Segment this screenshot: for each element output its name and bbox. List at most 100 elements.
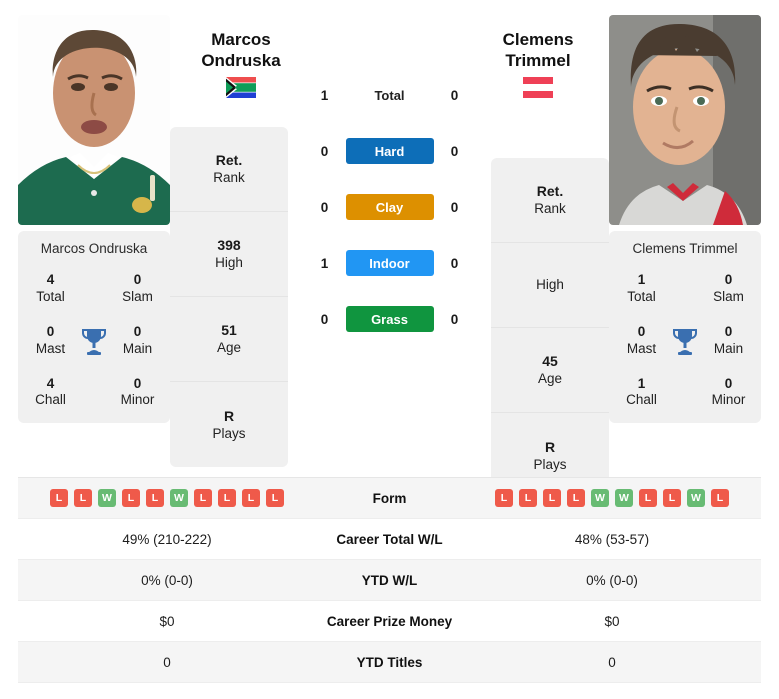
rank-cell-rank-left: Ret. Rank bbox=[170, 127, 288, 212]
form-badge-win[interactable]: W bbox=[591, 489, 609, 507]
titles-mast-right-label: Mast bbox=[626, 340, 657, 356]
h2h-right-count-hard: 0 bbox=[450, 143, 459, 159]
form-badge-loss[interactable]: L bbox=[194, 489, 212, 507]
form-badge-win[interactable]: W bbox=[170, 489, 188, 507]
form-badge-loss[interactable]: L bbox=[543, 489, 561, 507]
stat-label: Career Prize Money bbox=[326, 613, 453, 629]
form-badge-loss[interactable]: L bbox=[266, 489, 284, 507]
stat-label: Career Total W/L bbox=[336, 531, 443, 547]
player-left-name-header: Marcos Ondruska bbox=[182, 30, 300, 99]
stat-value-left: 0% (0-0) bbox=[141, 572, 193, 588]
titles-total-left-label: Total bbox=[36, 288, 65, 304]
player-right-titles-card: Clemens Trimmel 1 Total 0 Slam 0 Mast 0 … bbox=[609, 231, 761, 424]
age-right-label: Age bbox=[537, 371, 563, 387]
form-badges-right: LLLLWWLLWL bbox=[467, 489, 757, 507]
stat-value-right: 0% (0-0) bbox=[586, 572, 638, 588]
form-cell-right: LLLLWWLLWL bbox=[463, 478, 761, 519]
form-badge-loss[interactable]: L bbox=[663, 489, 681, 507]
titles-total-left: 4 Total bbox=[24, 272, 77, 306]
rank-right-value: Ret. bbox=[536, 183, 564, 200]
za-flag-icon bbox=[182, 77, 300, 99]
high-right-label: High bbox=[536, 277, 564, 293]
table-row: 0 YTD Titles 0 bbox=[18, 641, 761, 683]
titles-chall-left: 4 Chall bbox=[24, 376, 77, 410]
stat-label: YTD W/L bbox=[361, 572, 418, 588]
form-badge-loss[interactable]: L bbox=[146, 489, 164, 507]
h2h-left-count-grass: 0 bbox=[320, 311, 329, 327]
rank-left-label: Rank bbox=[213, 170, 245, 186]
form-badge-loss[interactable]: L bbox=[218, 489, 236, 507]
player-left-rank-column: Ret. Rank 398 High 51 Age R Plays bbox=[170, 127, 288, 467]
comparison-table-body: L L W L L W L L L L Form L L L L W W L L W L 49% (210-222) Car… bbox=[18, 477, 761, 683]
h2h-surface-label-clay: Clay bbox=[345, 194, 434, 220]
titles-total-right: 1 Total bbox=[615, 272, 668, 306]
player-right-name-header: Clemens Trimmel bbox=[478, 30, 598, 99]
form-badge-loss[interactable]: L bbox=[495, 489, 513, 507]
player-left-name-line1: Marcos bbox=[211, 30, 271, 49]
form-badge-loss[interactable]: L bbox=[122, 489, 140, 507]
titles-mast-right: 0 Mast bbox=[615, 324, 668, 358]
titles-slam-left-value: 0 bbox=[133, 272, 142, 287]
plays-left-label: Plays bbox=[212, 425, 246, 441]
titles-chall-right: 1 Chall bbox=[615, 376, 668, 410]
titles-mast-left-label: Mast bbox=[35, 340, 66, 356]
titles-minor-left-label: Minor bbox=[120, 392, 155, 408]
h2h-surface-label-indoor: Indoor bbox=[345, 250, 434, 276]
form-badge-loss[interactable]: L bbox=[639, 489, 657, 507]
form-badges-left: LLWLLWLLLL bbox=[22, 489, 312, 507]
titles-chall-right-label: Chall bbox=[626, 392, 657, 408]
rank-cell-plays-left: R Plays bbox=[170, 382, 288, 467]
h2h-left-count-clay: 0 bbox=[320, 199, 329, 215]
form-badge-loss[interactable]: L bbox=[242, 489, 260, 507]
titles-main-right-value: 0 bbox=[724, 323, 733, 339]
titles-main-right: 0 Main bbox=[702, 324, 755, 358]
titles-slam-left: 0 Slam bbox=[111, 272, 164, 306]
plays-right-label: Plays bbox=[533, 456, 567, 472]
stat-value-left: $0 bbox=[159, 613, 175, 629]
player-right-name-line1: Clemens bbox=[502, 30, 574, 49]
plays-right-value: R bbox=[544, 438, 556, 455]
h2h-left-count-hard: 0 bbox=[320, 143, 329, 159]
titles-chall-right-value: 1 bbox=[637, 375, 646, 391]
form-badge-loss[interactable]: L bbox=[74, 489, 92, 507]
player-left-card-name: Marcos Ondruska bbox=[40, 241, 148, 256]
age-left-label: Age bbox=[216, 340, 242, 356]
h2h-left-count-indoor: 1 bbox=[320, 255, 329, 271]
titles-chall-left-value: 4 bbox=[46, 375, 55, 391]
player-right-card-name: Clemens Trimmel bbox=[632, 241, 738, 256]
plays-left-value: R bbox=[223, 407, 235, 424]
titles-minor-left-value: 0 bbox=[133, 375, 142, 391]
h2h-row-clay: 0 Clay 0 bbox=[292, 179, 487, 235]
age-right-value: 45 bbox=[542, 353, 558, 370]
form-badge-win[interactable]: W bbox=[687, 489, 705, 507]
player-left-photo bbox=[18, 15, 170, 225]
form-badge-loss[interactable]: L bbox=[519, 489, 537, 507]
high-left-value: 398 bbox=[217, 237, 241, 254]
player-left-titles-card: Marcos Ondruska 4 Total 0 Slam 0 Mast 0 … bbox=[18, 231, 170, 424]
form-badge-win[interactable]: W bbox=[98, 489, 116, 507]
titles-slam-right-value: 0 bbox=[724, 272, 733, 287]
h2h-right-count-grass: 0 bbox=[450, 311, 459, 327]
h2h-row-total: 1 Total 0 bbox=[292, 67, 487, 123]
form-badge-loss[interactable]: L bbox=[50, 489, 68, 507]
titles-chall-left-label: Chall bbox=[35, 392, 66, 408]
trophy-icon bbox=[668, 327, 702, 355]
player-right-column: Clemens Trimmel 1 Total 0 Slam 0 Mast 0 … bbox=[609, 15, 761, 424]
titles-total-right-label: Total bbox=[627, 288, 656, 304]
form-badge-loss[interactable]: L bbox=[711, 489, 729, 507]
comparison-header-area: Marcos Ondruska 4 Total 0 Slam 0 Mast 0 … bbox=[0, 0, 779, 498]
h2h-row-hard: 0 Hard 0 bbox=[292, 123, 487, 179]
form-badge-loss[interactable]: L bbox=[567, 489, 585, 507]
titles-minor-left: 0 Minor bbox=[111, 376, 164, 410]
stat-value-right: 48% (53-57) bbox=[574, 531, 650, 547]
form-badge-win[interactable]: W bbox=[615, 489, 633, 507]
titles-main-left-label: Main bbox=[122, 340, 153, 356]
titles-slam-right-label: Slam bbox=[713, 288, 744, 304]
table-row: $0 Career Prize Money $0 bbox=[18, 601, 761, 642]
player-right-photo bbox=[609, 15, 761, 225]
titles-mast-left-value: 0 bbox=[46, 323, 55, 339]
stat-value-left: 49% (210-222) bbox=[122, 531, 212, 547]
titles-minor-right-label: Minor bbox=[711, 392, 746, 408]
player-comparison-page: Marcos Ondruska Clemens Trimmel Marcos O… bbox=[0, 0, 779, 699]
h2h-right-count-indoor: 0 bbox=[450, 255, 459, 271]
